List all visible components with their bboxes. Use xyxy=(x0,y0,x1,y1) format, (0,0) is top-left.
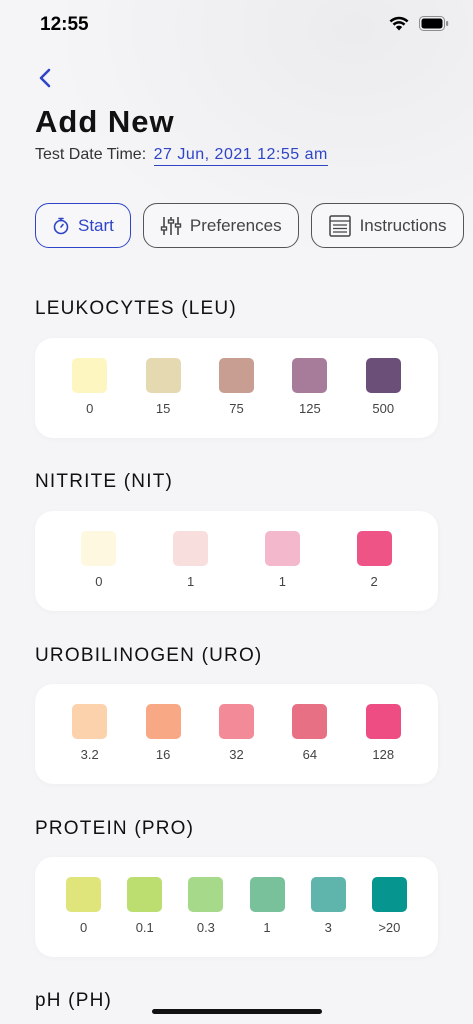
color-chip xyxy=(173,531,209,566)
swatch[interactable]: 0.1 xyxy=(119,877,171,935)
swatch[interactable]: 125 xyxy=(284,358,336,416)
swatch[interactable]: 64 xyxy=(284,704,336,762)
swatch[interactable]: 1 xyxy=(256,531,308,589)
color-chip xyxy=(66,877,102,912)
section-title-ph: pH (PH) xyxy=(35,990,113,1011)
start-button[interactable]: Start xyxy=(35,203,131,248)
swatch-label: 3.2 xyxy=(80,747,99,762)
section-title-nitrite: NITRITE (NIT) xyxy=(35,471,174,492)
color-chip xyxy=(292,358,328,393)
battery-icon xyxy=(419,16,449,31)
color-chip xyxy=(218,358,254,393)
back-button[interactable] xyxy=(34,66,58,90)
instructions-label: Instructions xyxy=(359,215,447,235)
swatch-label: 3 xyxy=(324,920,332,935)
swatch-label: 32 xyxy=(229,747,244,762)
swatch-label: 75 xyxy=(229,401,244,416)
test-date-row: Test Date Time: 27 Jun, 2021 12:55 am xyxy=(35,146,328,166)
color-chip xyxy=(310,877,346,912)
swatch[interactable]: 32 xyxy=(210,704,262,762)
swatch-label: 1 xyxy=(187,574,195,589)
swatch[interactable]: 16 xyxy=(137,704,189,762)
color-chip xyxy=(371,877,407,912)
color-chip xyxy=(365,704,401,739)
swatch-row: 0 1 1 2 xyxy=(35,531,438,589)
instructions-icon xyxy=(328,214,351,237)
swatch[interactable]: 500 xyxy=(357,358,409,416)
swatch[interactable]: 0.3 xyxy=(180,877,232,935)
color-chip xyxy=(72,704,108,739)
swatch-label: 64 xyxy=(302,747,318,762)
home-indicator xyxy=(152,1009,322,1014)
swatch-label: 500 xyxy=(372,401,395,416)
swatch-label: 0 xyxy=(95,574,103,589)
status-time: 12:55 xyxy=(40,14,89,35)
color-chip xyxy=(249,877,285,912)
swatch-label: 0 xyxy=(79,920,88,935)
color-chip xyxy=(72,358,108,393)
section-title-urobilinogen: UROBILINOGEN (URO) xyxy=(35,645,263,666)
swatch-label: 128 xyxy=(372,747,395,762)
color-chip xyxy=(145,358,181,393)
instructions-button[interactable]: Instructions xyxy=(310,203,464,248)
color-chip xyxy=(264,531,300,566)
swatch[interactable]: 3.2 xyxy=(64,704,116,762)
stopwatch-icon xyxy=(53,217,69,234)
swatch-label: 0 xyxy=(86,401,94,416)
color-chip xyxy=(356,531,392,566)
color-card-urobilinogen: 3.2 16 32 64 128 xyxy=(35,684,438,784)
swatch-label: 1 xyxy=(263,920,271,935)
preferences-label: Preferences xyxy=(189,215,282,235)
swatch[interactable]: 3 xyxy=(302,877,354,935)
preferences-button[interactable]: Preferences xyxy=(142,203,299,248)
sliders-icon xyxy=(160,216,182,235)
swatch-label: >20 xyxy=(378,920,401,935)
page-title: Add New xyxy=(35,104,175,139)
color-chip xyxy=(145,704,181,739)
swatch[interactable]: >20 xyxy=(363,877,415,935)
wifi-icon xyxy=(389,16,409,31)
color-chip xyxy=(218,704,254,739)
color-chip xyxy=(81,531,117,566)
swatch[interactable]: 128 xyxy=(357,704,409,762)
swatch[interactable]: 0 xyxy=(64,358,116,416)
swatch-row: 0 0.1 0.3 1 3 >20 xyxy=(35,877,438,935)
swatch[interactable]: 1 xyxy=(165,531,217,589)
status-icons xyxy=(389,16,449,31)
swatch-label: 15 xyxy=(155,401,171,416)
swatch[interactable]: 75 xyxy=(210,358,262,416)
swatch-label: 0.3 xyxy=(196,920,215,935)
swatch-label: 16 xyxy=(155,747,171,762)
section-title-leukocytes: LEUKOCYTES (LEU) xyxy=(35,298,237,319)
start-label: Start xyxy=(78,215,114,235)
color-card-leukocytes: 0 15 75 125 500 xyxy=(35,338,438,438)
swatch[interactable]: 1 xyxy=(241,877,293,935)
color-chip xyxy=(127,877,163,912)
swatch-label: 125 xyxy=(299,401,321,416)
chevron-left-icon xyxy=(39,68,51,88)
action-bar: Start Preferences Instructions xyxy=(35,203,464,248)
test-date-label: Test Date Time: xyxy=(35,146,147,163)
swatch-label: 2 xyxy=(370,574,378,589)
swatch-label: 0.1 xyxy=(135,920,154,935)
swatch[interactable]: 0 xyxy=(58,877,110,935)
test-date-value[interactable]: 27 Jun, 2021 12:55 am xyxy=(153,146,328,166)
swatch-label: 1 xyxy=(278,574,286,589)
swatch[interactable]: 0 xyxy=(73,531,125,589)
swatch-row: 3.2 16 32 64 128 xyxy=(35,704,438,762)
swatch-row: 0 15 75 125 500 xyxy=(35,358,438,416)
color-chip xyxy=(365,358,401,393)
swatch[interactable]: 2 xyxy=(348,531,400,589)
status-bar: 12:55 xyxy=(0,0,473,54)
color-card-protein: 0 0.1 0.3 1 3 >20 xyxy=(35,857,438,957)
color-chip xyxy=(188,877,224,912)
swatch[interactable]: 15 xyxy=(137,358,189,416)
color-chip xyxy=(292,704,328,739)
color-card-nitrite: 0 1 1 2 xyxy=(35,511,438,611)
section-title-protein: PROTEIN (PRO) xyxy=(35,818,195,839)
